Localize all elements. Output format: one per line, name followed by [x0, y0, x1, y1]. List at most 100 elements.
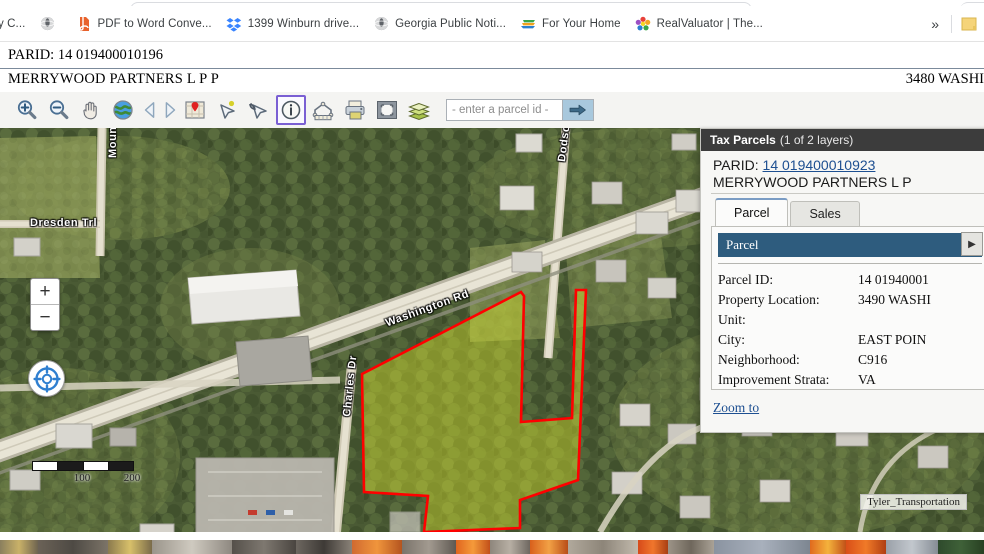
- field-value: [858, 310, 982, 330]
- field-row-neighborhood: Neighborhood: C916: [718, 350, 982, 370]
- bookmark-folder-icon[interactable]: [960, 15, 978, 33]
- bookmarks-overflow-button[interactable]: »: [923, 11, 947, 37]
- field-row-city: City: EAST POIN: [718, 330, 982, 350]
- header-parid-value: 14 019400010196: [57, 47, 163, 63]
- next-extent-icon[interactable]: [160, 95, 180, 125]
- header-parid-label: PARID:: [8, 47, 55, 63]
- compass-reset-button[interactable]: [28, 360, 65, 397]
- info-panel-title: Tax Parcels: [710, 133, 776, 147]
- layers-icon[interactable]: [404, 95, 434, 125]
- bookmark-label: For Your Home: [542, 17, 621, 30]
- field-value: 14 01940001: [858, 272, 929, 287]
- bookmark-item-1[interactable]: [32, 11, 68, 37]
- globe-icon: [373, 16, 389, 32]
- info-panel-layer-count: (1 of 2 layers): [779, 133, 854, 147]
- map-scale-bar: 100 200: [32, 461, 141, 486]
- select-arrow-icon[interactable]: [212, 95, 242, 125]
- clear-select-icon[interactable]: [244, 95, 274, 125]
- field-label: Parcel ID:: [718, 272, 774, 287]
- field-label: City:: [718, 332, 746, 347]
- parcel-search-go-button[interactable]: [562, 100, 593, 120]
- bookmark-item-2[interactable]: PDF to Word Conve...: [68, 11, 218, 37]
- identify-info-icon[interactable]: [276, 95, 306, 125]
- info-section-divider: [718, 263, 982, 264]
- field-value: VA: [858, 372, 876, 387]
- globe-icon: [39, 16, 55, 32]
- field-row-property-location: Property Location: 3490 WASHI: [718, 290, 982, 310]
- bookmarks-bar: y C... PDF to Word Conve... 1399 Winburn…: [0, 6, 984, 42]
- field-row-parcel-id: Parcel ID: 14 01940001: [718, 270, 982, 290]
- pan-hand-icon[interactable]: [76, 95, 106, 125]
- info-section-next-button[interactable]: ▶: [961, 232, 983, 256]
- parcel-field-list: Parcel ID: 14 01940001 Property Location…: [718, 270, 982, 389]
- info-panel-tab-body: Parcel ▶ Parcel ID: 14 01940001 Property…: [711, 226, 984, 390]
- print-icon[interactable]: [340, 95, 370, 125]
- info-panel-parid-label: PARID:: [713, 157, 759, 173]
- bookmark-item-5[interactable]: For Your Home: [513, 11, 628, 37]
- os-taskbar[interactable]: [0, 540, 984, 554]
- bookmark-item-3[interactable]: 1399 Winburn drive...: [219, 11, 366, 37]
- tab-sales[interactable]: Sales: [790, 201, 860, 226]
- map-toolbar: [0, 92, 984, 128]
- parcel-search: [446, 99, 594, 121]
- header-address: 3480 WASHI: [905, 71, 984, 87]
- bookmark-item-0[interactable]: y C...: [0, 11, 32, 37]
- bookmark-label: y C...: [0, 17, 26, 30]
- globe-extent-icon[interactable]: [108, 95, 138, 125]
- flower-icon: [635, 16, 651, 32]
- field-label: Neighborhood:: [718, 352, 800, 367]
- bookmarks-overflow-label: »: [931, 15, 939, 32]
- zoom-out-icon[interactable]: [44, 95, 74, 125]
- header-owner-name: MERRYWOOD PARTNERS L P P: [8, 71, 220, 87]
- field-value: EAST POIN: [858, 332, 927, 347]
- scale-bar-ticks: 100 200: [32, 472, 141, 486]
- bookmark-item-6[interactable]: RealValuator | The...: [628, 11, 770, 37]
- scale-label-mid: 100: [73, 472, 91, 484]
- fullscreen-icon[interactable]: [372, 95, 402, 125]
- stack-icon: [520, 16, 536, 32]
- zoom-in-icon[interactable]: [12, 95, 42, 125]
- zoom-in-button[interactable]: +: [31, 279, 59, 305]
- bookmark-label: Georgia Public Noti...: [395, 17, 506, 30]
- parcel-id-input[interactable]: [447, 100, 562, 120]
- parcel-header: PARID: 14 019400010196 MERRYWOOD PARTNER…: [0, 44, 984, 92]
- field-label: Unit:: [718, 312, 746, 327]
- map-pin-icon[interactable]: [180, 95, 210, 125]
- pdf-icon: [75, 16, 91, 32]
- info-panel-divider: [711, 193, 984, 194]
- bookmark-label: 1399 Winburn drive...: [247, 17, 360, 30]
- map-attribution: Tyler_Transportation: [860, 494, 967, 510]
- previous-extent-icon[interactable]: [140, 95, 160, 125]
- tax-parcels-info-panel: Tax Parcels (1 of 2 layers) PARID: 14 01…: [700, 128, 984, 433]
- zoom-out-button[interactable]: −: [31, 305, 59, 330]
- bookmark-label: RealValuator | The...: [656, 17, 763, 30]
- scale-label-end: 200: [123, 472, 141, 484]
- map-zoom-control: + −: [30, 278, 60, 331]
- bottom-strip: [0, 532, 984, 554]
- field-row-improvement-strata: Improvement Strata: VA: [718, 370, 982, 389]
- measure-icon[interactable]: [308, 95, 338, 125]
- browser-chrome: y C... PDF to Word Conve... 1399 Winburn…: [0, 0, 984, 44]
- field-value: 3490 WASHI: [858, 292, 931, 307]
- zoom-to-link[interactable]: Zoom to: [713, 400, 759, 416]
- field-value: C916: [858, 352, 888, 367]
- scale-bar-graphic: [32, 461, 134, 471]
- tab-parcel[interactable]: Parcel: [715, 198, 789, 226]
- field-label: Property Location:: [718, 292, 820, 307]
- bookmark-item-4[interactable]: Georgia Public Noti...: [366, 11, 513, 37]
- info-section-title: Parcel: [726, 237, 759, 252]
- field-label: Improvement Strata:: [718, 372, 830, 387]
- bookmark-label: PDF to Word Conve...: [97, 17, 212, 30]
- header-divider: [0, 68, 984, 69]
- info-panel-tabs: Parcel Sales: [715, 198, 984, 226]
- info-panel-owner: MERRYWOOD PARTNERS L P: [713, 174, 912, 190]
- info-section-header: Parcel ▶: [718, 232, 983, 257]
- dropbox-icon: [226, 16, 242, 32]
- info-panel-parid-link[interactable]: 14 019400010923: [763, 157, 876, 173]
- toolbar-divider: [951, 14, 952, 33]
- info-panel-parid-row: PARID: 14 019400010923: [701, 151, 984, 173]
- info-panel-titlebar: Tax Parcels (1 of 2 layers): [701, 129, 984, 151]
- compass-icon: [32, 364, 61, 393]
- header-parid-line: PARID: 14 019400010196: [8, 47, 163, 64]
- field-row-unit: Unit:: [718, 310, 982, 330]
